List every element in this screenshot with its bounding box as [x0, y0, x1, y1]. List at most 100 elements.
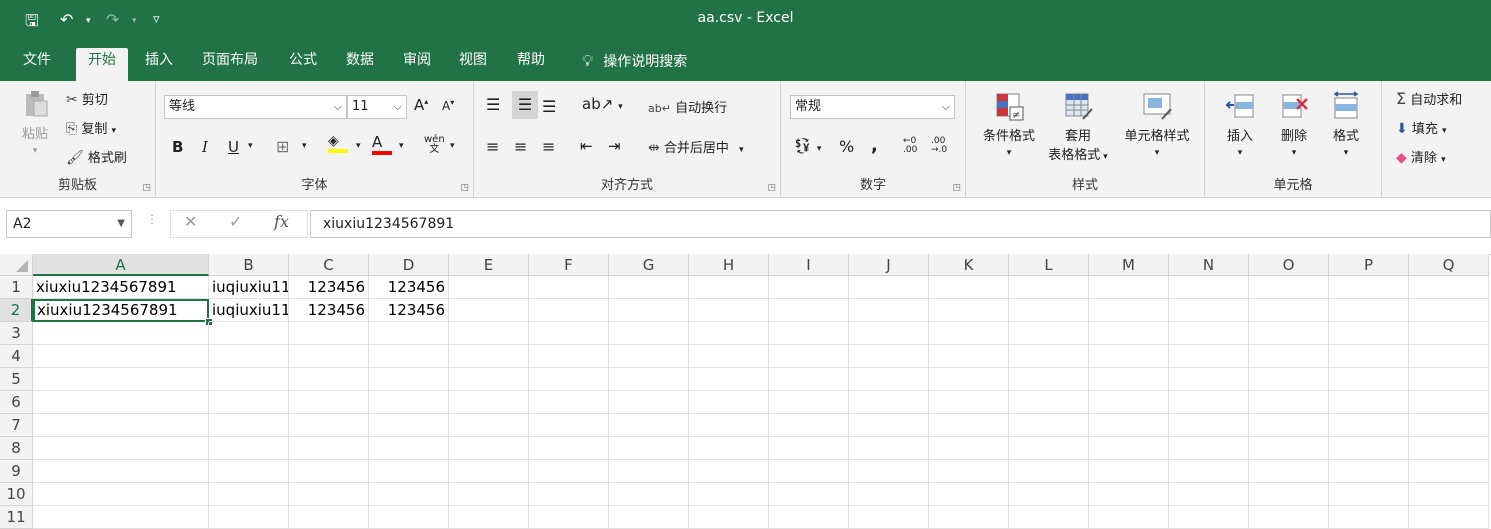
column-header-k[interactable]: K	[929, 254, 1009, 276]
decrease-indent-icon[interactable]: ⇤	[580, 137, 593, 155]
column-header-c[interactable]: C	[289, 254, 369, 276]
cell-p2[interactable]	[1329, 299, 1409, 322]
cell-n5[interactable]	[1169, 368, 1249, 391]
dialog-launcher-icon[interactable]: ◳	[767, 183, 776, 193]
cell-d10[interactable]	[369, 483, 449, 506]
column-header-n[interactable]: N	[1169, 254, 1249, 276]
cell-n11[interactable]	[1169, 506, 1249, 529]
merge-center-button[interactable]: ⇹ 合并后居中 ▾	[648, 137, 744, 156]
cell-g5[interactable]	[609, 368, 689, 391]
cell-i4[interactable]	[769, 345, 849, 368]
cut-button[interactable]: ✂ 剪切	[66, 89, 108, 108]
font-color-button[interactable]: A	[372, 133, 392, 155]
row-header-3[interactable]: 3	[0, 322, 33, 345]
cell-m5[interactable]	[1089, 368, 1169, 391]
column-header-f[interactable]: F	[529, 254, 609, 276]
cell-h7[interactable]	[689, 414, 769, 437]
cell-d11[interactable]	[369, 506, 449, 529]
select-all-corner[interactable]	[0, 254, 33, 276]
cell-e11[interactable]	[449, 506, 529, 529]
cell-g11[interactable]	[609, 506, 689, 529]
tab-review[interactable]: 审阅	[391, 48, 443, 81]
cell-l3[interactable]	[1009, 322, 1089, 345]
copy-button[interactable]: ⎘ 复制 ▾	[66, 118, 116, 137]
cell-q5[interactable]	[1409, 368, 1489, 391]
font-name-combo[interactable]: 等线 ⌵	[164, 95, 347, 119]
fill-color-dropdown-icon[interactable]: ▾	[356, 141, 361, 151]
cell-i11[interactable]	[769, 506, 849, 529]
cell-h1[interactable]	[689, 276, 769, 299]
cell-n10[interactable]	[1169, 483, 1249, 506]
border-icon[interactable]: ⊞	[276, 137, 289, 156]
tab-insert[interactable]: 插入	[133, 48, 185, 81]
align-top-icon[interactable]: ☰	[486, 95, 500, 114]
cell-g3[interactable]	[609, 322, 689, 345]
cell-o5[interactable]	[1249, 368, 1329, 391]
cell-o4[interactable]	[1249, 345, 1329, 368]
cell-a8[interactable]	[33, 437, 209, 460]
cell-m10[interactable]	[1089, 483, 1169, 506]
row-header-10[interactable]: 10	[0, 483, 33, 506]
cell-e10[interactable]	[449, 483, 529, 506]
cell-b4[interactable]	[209, 345, 289, 368]
cell-g4[interactable]	[609, 345, 689, 368]
cell-e9[interactable]	[449, 460, 529, 483]
cell-q10[interactable]	[1409, 483, 1489, 506]
paste-button[interactable]: 粘贴 ▾	[12, 89, 58, 157]
cell-q2[interactable]	[1409, 299, 1489, 322]
cell-l7[interactable]	[1009, 414, 1089, 437]
cell-i10[interactable]	[769, 483, 849, 506]
column-header-p[interactable]: P	[1329, 254, 1409, 276]
cell-m1[interactable]	[1089, 276, 1169, 299]
align-middle-icon[interactable]: ☰	[512, 91, 538, 119]
cell-c4[interactable]	[289, 345, 369, 368]
cell-o6[interactable]	[1249, 391, 1329, 414]
cell-n6[interactable]	[1169, 391, 1249, 414]
cell-c3[interactable]	[289, 322, 369, 345]
cell-g10[interactable]	[609, 483, 689, 506]
font-size-combo[interactable]: 11 ⌵	[347, 95, 407, 119]
row-header-8[interactable]: 8	[0, 437, 33, 460]
cell-l11[interactable]	[1009, 506, 1089, 529]
cell-d8[interactable]	[369, 437, 449, 460]
cell-h10[interactable]	[689, 483, 769, 506]
cell-j5[interactable]	[849, 368, 929, 391]
cell-f6[interactable]	[529, 391, 609, 414]
cell-o3[interactable]	[1249, 322, 1329, 345]
row-header-5[interactable]: 5	[0, 368, 33, 391]
cell-k4[interactable]	[929, 345, 1009, 368]
cell-e1[interactable]	[449, 276, 529, 299]
cell-k2[interactable]	[929, 299, 1009, 322]
row-header-4[interactable]: 4	[0, 345, 33, 368]
cell-c1[interactable]: 123456	[289, 276, 369, 299]
name-box[interactable]: A2 ▼	[6, 210, 132, 238]
cell-q9[interactable]	[1409, 460, 1489, 483]
fill-button[interactable]: ⬇ 填充 ▾	[1396, 118, 1447, 137]
cell-b2[interactable]: iuqiuxiu11	[209, 299, 289, 322]
dialog-launcher-icon[interactable]: ◳	[460, 183, 469, 193]
enter-icon[interactable]: ✓	[229, 212, 242, 231]
cell-i3[interactable]	[769, 322, 849, 345]
align-left-icon[interactable]: ≡	[486, 137, 499, 156]
cell-f11[interactable]	[529, 506, 609, 529]
column-header-d[interactable]: D	[369, 254, 449, 276]
cell-k11[interactable]	[929, 506, 1009, 529]
tab-file[interactable]: 文件	[11, 48, 63, 81]
align-center-icon[interactable]: ≡	[514, 137, 527, 156]
cell-a10[interactable]	[33, 483, 209, 506]
cell-d7[interactable]	[369, 414, 449, 437]
cell-n8[interactable]	[1169, 437, 1249, 460]
dialog-launcher-icon[interactable]: ◳	[952, 183, 961, 193]
cell-e5[interactable]	[449, 368, 529, 391]
cell-g9[interactable]	[609, 460, 689, 483]
autosum-button[interactable]: Σ 自动求和	[1396, 89, 1462, 108]
cell-b11[interactable]	[209, 506, 289, 529]
cell-m6[interactable]	[1089, 391, 1169, 414]
phonetic-button[interactable]: wén 文	[424, 135, 445, 155]
column-header-m[interactable]: M	[1089, 254, 1169, 276]
conditional-formatting-button[interactable]: ≠ 条件格式 ▾	[974, 91, 1044, 159]
row-header-7[interactable]: 7	[0, 414, 33, 437]
cell-k8[interactable]	[929, 437, 1009, 460]
cell-d4[interactable]	[369, 345, 449, 368]
cell-f5[interactable]	[529, 368, 609, 391]
